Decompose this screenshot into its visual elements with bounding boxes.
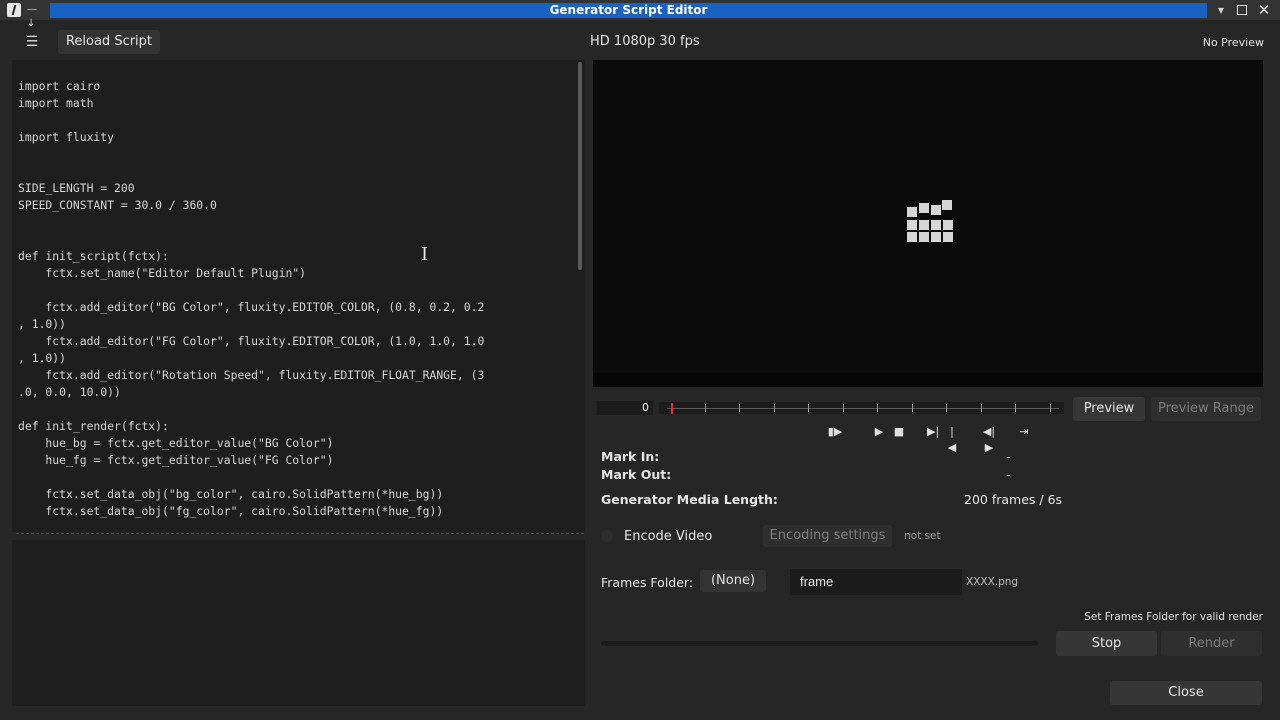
preview-status: No Preview [1202, 36, 1264, 49]
code-line[interactable] [18, 282, 484, 299]
code-line[interactable]: fctx.set_data_obj("fg_color", cairo.Soli… [18, 503, 484, 520]
preview-button[interactable]: Preview [1073, 397, 1145, 421]
close-button[interactable]: Close [1110, 681, 1262, 705]
app-icon [7, 3, 21, 17]
render-progress-bar [601, 641, 1038, 646]
timeline-tick [1050, 404, 1051, 412]
timeline-tick [946, 404, 947, 412]
stop-button[interactable]: Stop [1056, 631, 1157, 656]
timeline-tick [705, 404, 706, 412]
mark-out-value: - [1006, 467, 1011, 482]
mark-out-icon[interactable]: |◀ [946, 424, 958, 454]
render-button[interactable]: Render [1161, 631, 1262, 656]
timeline-tick [739, 404, 740, 412]
timeline-tick [808, 404, 809, 412]
media-length-value: 200 frames / 6s [964, 492, 1063, 507]
play-range-icon[interactable]: ▮▶ [826, 424, 844, 440]
code-line[interactable] [18, 163, 484, 180]
mark-in-value: - [1006, 449, 1011, 464]
preview-monitor-bottom [593, 373, 1263, 387]
code-line[interactable]: fctx.set_data_obj("bg_color", cairo.Soli… [18, 486, 484, 503]
mark-in-icon[interactable]: ▶| [927, 424, 939, 440]
encode-video-checkbox[interactable] [601, 530, 613, 542]
encode-video-label[interactable]: Encode Video [624, 529, 712, 544]
maximize-icon[interactable] [1233, 2, 1251, 18]
frame-extension-label: XXXX.png [966, 576, 1019, 588]
code-editor[interactable]: import cairo import math import fluxity SID… [12, 60, 585, 532]
profile-label: HD 1080p 30 fps [590, 34, 700, 49]
code-line[interactable]: fctx.set_name("Editor Default Plugin") [18, 265, 484, 282]
code-line[interactable]: def init_render(fctx): [18, 418, 484, 435]
code-line[interactable]: , 1.0)) [18, 350, 484, 367]
encoding-settings-button[interactable]: Encoding settings [763, 525, 892, 547]
code-line[interactable]: hue_bg = fctx.get_editor_value("BG Color… [18, 435, 484, 452]
playhead[interactable] [671, 403, 673, 414]
code-line[interactable] [18, 401, 484, 418]
encoding-status: not set [904, 530, 941, 542]
media-length-label: Generator Media Length: [601, 492, 778, 507]
close-icon[interactable]: ✕ [1255, 2, 1273, 18]
code-line[interactable]: import cairo [18, 78, 484, 95]
code-line[interactable] [18, 469, 484, 486]
pane-divider[interactable] [16, 533, 584, 534]
code-line[interactable]: def init_script(fctx): [18, 248, 484, 265]
window-title: Generator Script Editor [549, 3, 708, 17]
timeline-tick [981, 404, 982, 412]
hamburger-menu-icon[interactable]: ☰ [22, 32, 42, 52]
timeline-tick [912, 404, 913, 412]
frames-folder-label: Frames Folder: [601, 575, 694, 590]
frame-counter[interactable]: 0 [597, 401, 653, 415]
frames-folder-button[interactable]: (None) [700, 570, 766, 592]
code-line[interactable]: , 1.0)) [18, 316, 484, 333]
timeline-tick [877, 404, 878, 412]
timeline-tick [843, 404, 844, 412]
code-line[interactable] [18, 231, 484, 248]
code-line[interactable]: import math [18, 95, 484, 112]
clear-marks-icon[interactable]: ◀|▶ [979, 424, 999, 454]
text-cursor-icon: I [421, 244, 429, 265]
code-line[interactable]: SPEED_CONSTANT = 30.0 / 360.0 [18, 197, 484, 214]
mark-out-label: Mark Out: [601, 467, 672, 482]
stop-icon[interactable]: ■ [892, 424, 906, 440]
frame-name-input[interactable] [790, 569, 962, 595]
preview-range-button[interactable]: Preview Range [1151, 397, 1261, 421]
code-line[interactable] [18, 214, 484, 231]
code-line[interactable]: import fluxity [18, 129, 484, 146]
window-menu-icon[interactable]: —↓ [27, 3, 43, 29]
code-line[interactable]: .0, 0.0, 10.0)) [18, 384, 484, 401]
to-mark-icon[interactable]: ⇥ [1016, 424, 1032, 440]
timeline-tick [774, 404, 775, 412]
timeline-tick [1015, 404, 1016, 412]
reload-script-button[interactable]: Reload Script [58, 30, 160, 54]
minimize-icon[interactable]: ▾ [1212, 2, 1230, 18]
code-line[interactable] [18, 146, 484, 163]
code-line[interactable]: hue_fg = fctx.get_editor_value("FG Color… [18, 452, 484, 469]
play-icon[interactable]: ▶ [872, 424, 886, 440]
code-line[interactable]: fctx.add_editor("Rotation Speed", fluxit… [18, 367, 484, 384]
code-line[interactable] [18, 112, 484, 129]
code-line[interactable]: fctx.add_editor("BG Color", fluxity.EDIT… [18, 299, 484, 316]
timeline-track [667, 408, 1059, 409]
render-warning: Set Frames Folder for valid render [1084, 611, 1263, 623]
code-line[interactable]: fctx.add_editor("FG Color", fluxity.EDIT… [18, 333, 484, 350]
mark-in-label: Mark In: [601, 449, 660, 464]
output-pane [12, 540, 585, 706]
editor-scrollbar[interactable] [578, 62, 582, 270]
grid-placeholder-icon [905, 199, 957, 245]
code-text[interactable]: import cairo import math import fluxity SID… [18, 78, 484, 520]
code-line[interactable]: SIDE_LENGTH = 200 [18, 180, 484, 197]
